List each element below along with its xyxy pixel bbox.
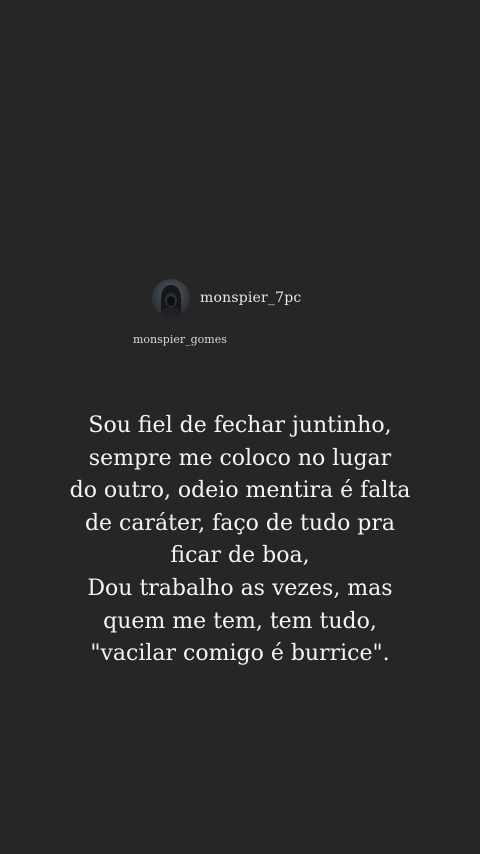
quote-line: do outro, odeio mentira é falta — [69, 478, 411, 504]
quote-line: ficar de boa, — [170, 543, 310, 569]
quote-line: Sou fiel de fechar juntinho, — [88, 413, 392, 438]
quote-line: quem me tem, tem tudo, — [103, 608, 377, 634]
account-username[interactable]: monspier_7pc — [200, 290, 301, 306]
quote-line: sempre me coloco no lugar — [88, 445, 392, 471]
account-header[interactable]: monspier_7pc — [152, 279, 301, 317]
hooded-figure-avatar-icon — [159, 285, 183, 317]
avatar[interactable] — [152, 279, 190, 317]
mention-tag[interactable]: monspier_gomes — [133, 333, 227, 346]
quote-line: Dou trabalho as vezes, mas — [87, 575, 393, 601]
quote-text: Sou fiel de fechar juntinho, sempre me c… — [20, 410, 460, 671]
quote-line: "vacilar comigo é burrice". — [90, 641, 390, 667]
story-screen: monspier_7pc monspier_gomes Sou fiel de … — [0, 0, 480, 854]
quote-line: de caráter, faço de tudo pra — [84, 510, 396, 536]
